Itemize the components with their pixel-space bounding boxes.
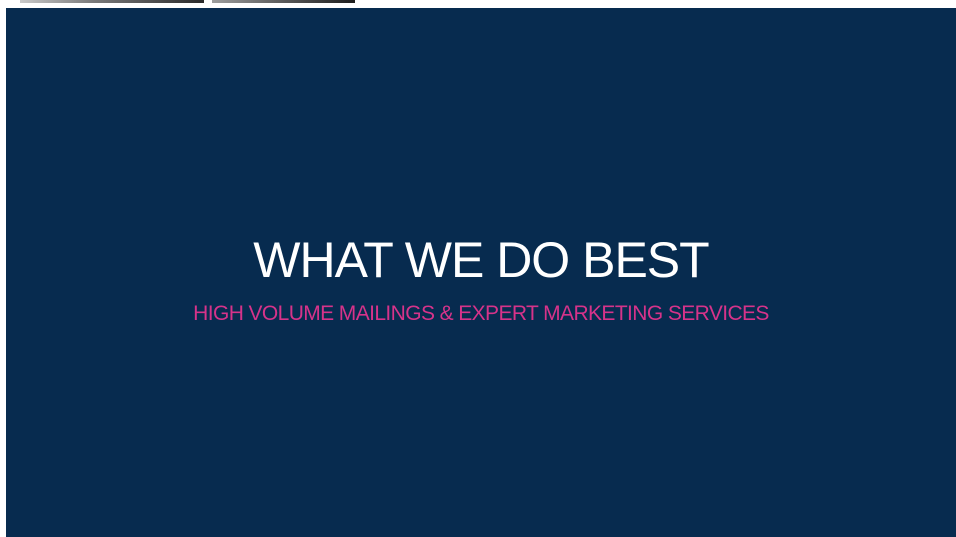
slide-thumbnail[interactable] bbox=[212, 0, 355, 3]
slide-title: WHAT WE DO BEST bbox=[253, 232, 709, 288]
slide-subtitle: HIGH VOLUME MAILINGS & EXPERT MARKETING … bbox=[193, 302, 769, 325]
presentation-view: WHAT WE DO BEST HIGH VOLUME MAILINGS & E… bbox=[0, 0, 956, 537]
slide-thumbnail[interactable] bbox=[20, 0, 204, 3]
slide: WHAT WE DO BEST HIGH VOLUME MAILINGS & E… bbox=[6, 8, 956, 537]
slide-thumbnail-strip bbox=[0, 0, 400, 4]
